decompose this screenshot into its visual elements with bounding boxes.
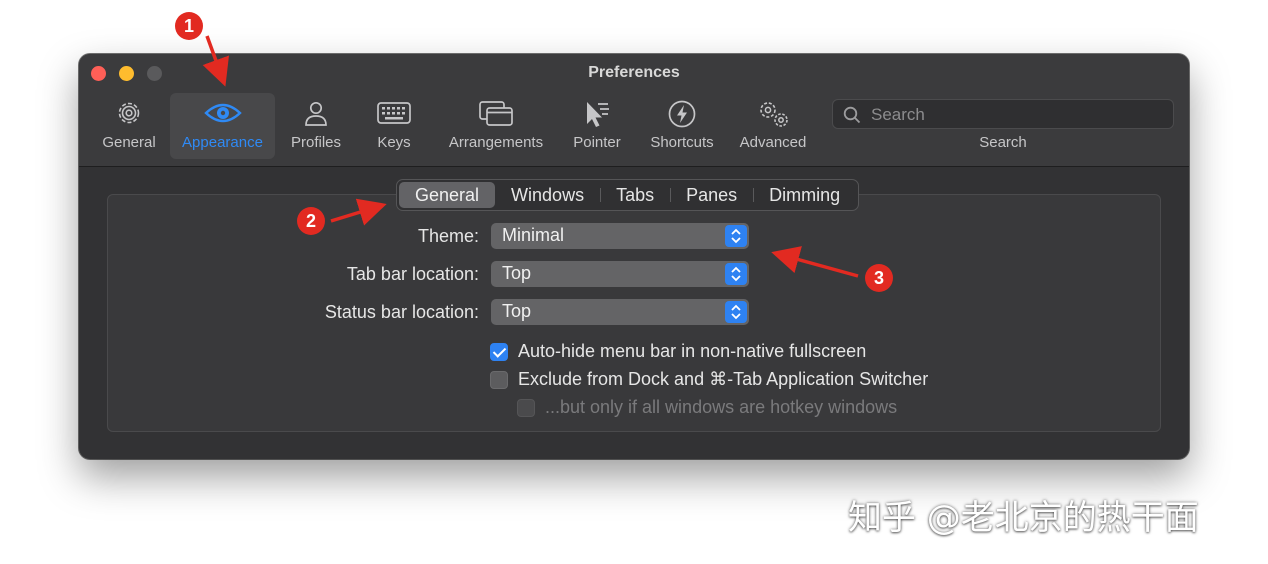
exclude-from-dock-option[interactable]: Exclude from Dock and ⌘-Tab Application … — [490, 369, 928, 390]
tab-bar-location-label: Tab bar location: — [346, 264, 479, 284]
toolbar-item-label: Profiles — [290, 134, 342, 151]
toolbar-item-profiles[interactable]: Profiles — [281, 93, 351, 159]
toolbar-item-pointer[interactable]: Pointer — [565, 93, 629, 159]
toolbar-item-general[interactable]: General — [93, 93, 165, 159]
hotkey-windows-only-checkbox — [517, 398, 535, 417]
keyboard-icon — [363, 99, 425, 127]
annotation-badge-1: 1 — [175, 12, 203, 40]
tab-windows[interactable]: Windows — [495, 182, 600, 208]
toolbar-item-label: Keys — [377, 134, 411, 151]
toolbar-item-label: Appearance — [182, 134, 263, 151]
chevron-updown-icon — [725, 301, 747, 323]
tab-tabs[interactable]: Tabs — [600, 182, 670, 208]
tab-panes[interactable]: Panes — [670, 182, 753, 208]
status-bar-location-popup[interactable]: Top — [491, 299, 749, 325]
chevron-updown-icon — [725, 225, 747, 247]
toolbar-item-shortcuts[interactable]: Shortcuts — [641, 93, 723, 159]
tab-dimming[interactable]: Dimming — [753, 182, 856, 208]
toolbar-item-label: General — [102, 134, 156, 151]
preferences-window: Preferences General Appearance Profiles … — [79, 54, 1189, 459]
search-input[interactable] — [869, 103, 1163, 127]
annotation-badge-3: 3 — [865, 264, 893, 292]
search-label: Search — [979, 134, 1027, 151]
window-title: Preferences — [588, 64, 680, 81]
tab-general[interactable]: General — [399, 182, 496, 208]
theme-value: Minimal — [502, 225, 565, 245]
status-bar-location-label: Status bar location: — [324, 302, 479, 322]
gears-icon — [731, 99, 815, 127]
hotkey-windows-only-label: ...but only if all windows are hotkey wi… — [545, 397, 898, 417]
toolbar-item-label: Advanced — [739, 134, 807, 151]
auto-hide-menu-bar-label: Auto-hide menu bar in non-native fullscr… — [518, 341, 867, 361]
auto-hide-menu-bar-checkbox[interactable] — [490, 342, 508, 361]
pointer-icon — [565, 99, 629, 127]
theme-label: Theme: — [417, 226, 479, 246]
chevron-updown-icon — [725, 263, 747, 285]
search-field[interactable] — [832, 99, 1174, 129]
exclude-from-dock-checkbox[interactable] — [490, 370, 508, 389]
windows-icon — [441, 99, 551, 127]
tab-bar-location-value: Top — [502, 263, 532, 283]
toolbar-item-advanced[interactable]: Advanced — [731, 93, 815, 159]
theme-popup[interactable]: Minimal — [491, 223, 749, 249]
person-icon — [281, 99, 351, 127]
watermark: 知乎 @老北京的热干面 — [848, 498, 1199, 538]
toolbar-item-appearance[interactable]: Appearance — [170, 93, 275, 159]
tab-bar-location-popup[interactable]: Top — [491, 261, 749, 287]
toolbar-item-arrangements[interactable]: Arrangements — [441, 93, 551, 159]
toolbar: Preferences General Appearance Profiles … — [79, 54, 1189, 167]
toolbar-item-label: Pointer — [573, 134, 621, 151]
gear-icon — [93, 99, 165, 127]
annotation-badge-2: 2 — [297, 207, 325, 235]
eye-icon — [170, 99, 275, 127]
status-bar-location-value: Top — [502, 301, 532, 321]
subtab-bar: General Windows Tabs Panes Dimming — [396, 179, 860, 211]
lightning-icon — [641, 99, 723, 128]
toolbar-item-label: Arrangements — [448, 134, 544, 151]
auto-hide-menu-bar-option[interactable]: Auto-hide menu bar in non-native fullscr… — [490, 341, 866, 362]
exclude-from-dock-label: Exclude from Dock and ⌘-Tab Application … — [518, 369, 929, 389]
toolbar-item-label: Shortcuts — [650, 134, 714, 151]
search-icon — [843, 106, 861, 124]
hotkey-windows-only-option: ...but only if all windows are hotkey wi… — [517, 397, 897, 418]
toolbar-item-keys[interactable]: Keys — [363, 93, 425, 159]
